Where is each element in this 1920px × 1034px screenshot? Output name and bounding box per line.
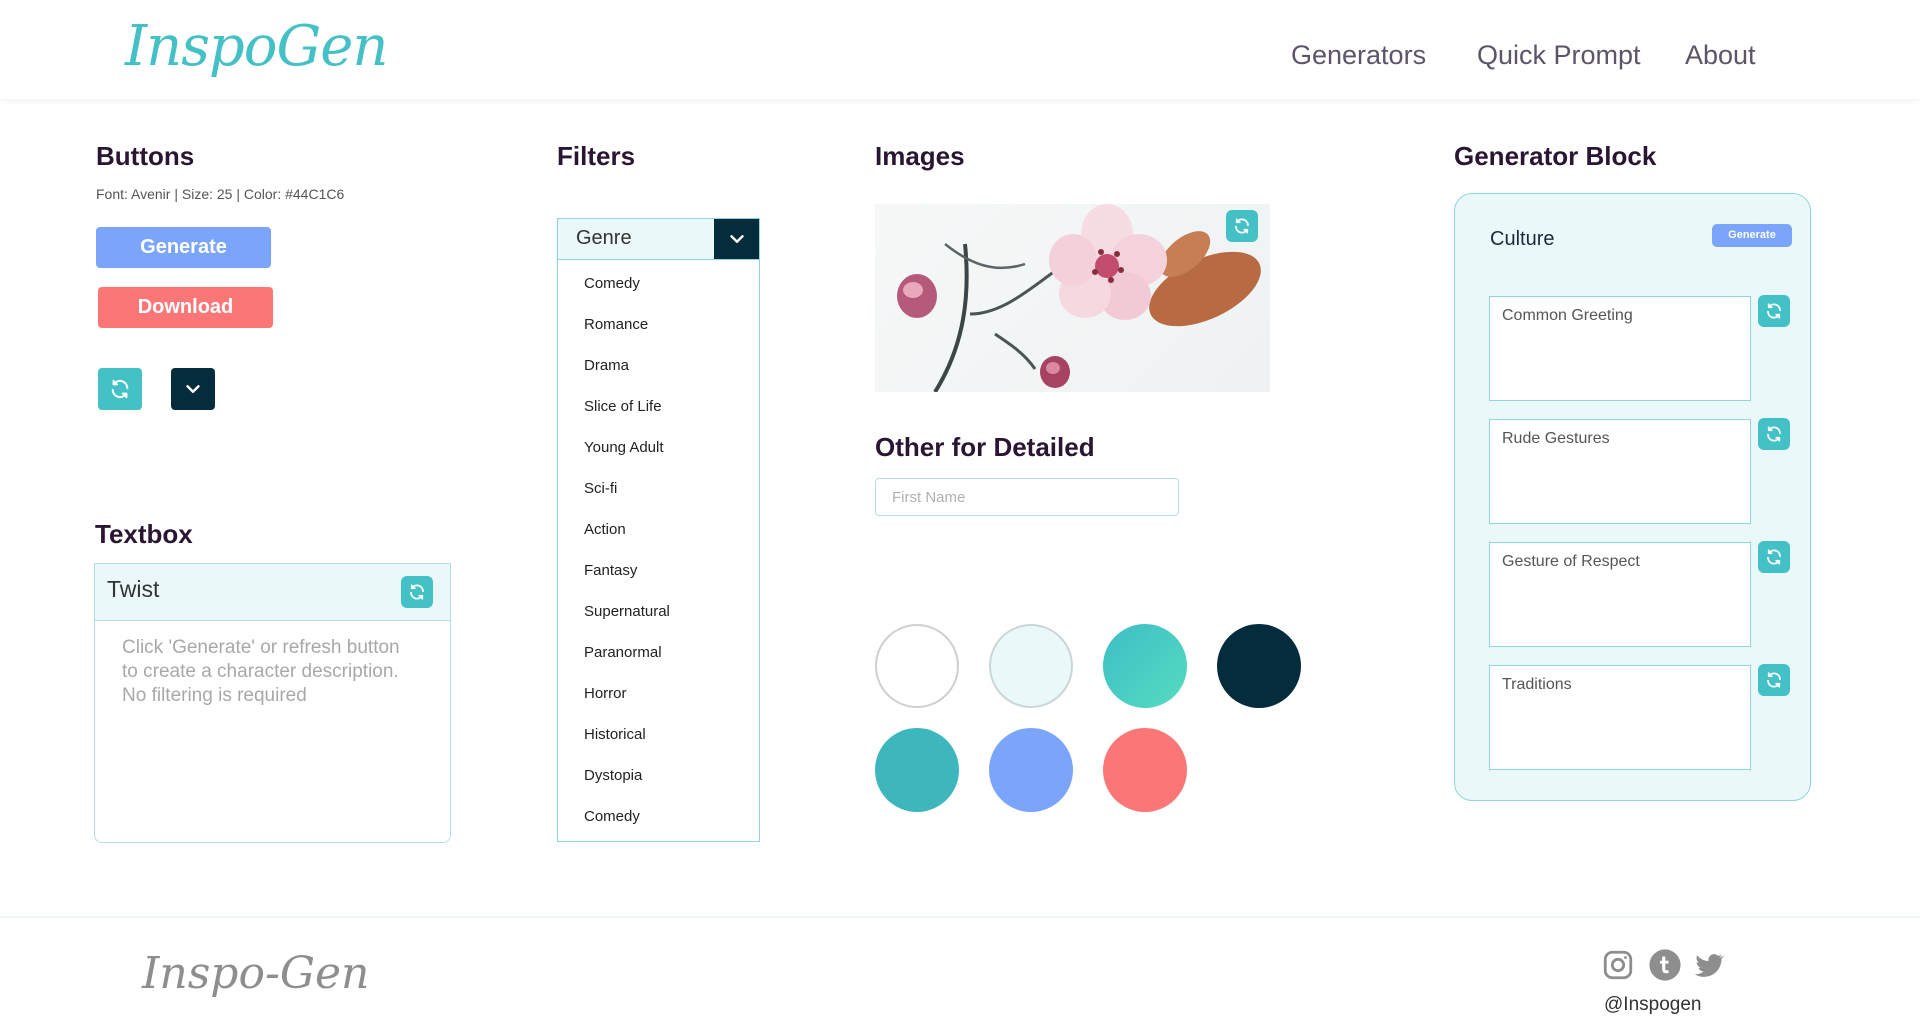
first-name-field [875,478,1179,516]
genre-option[interactable]: Fantasy [584,562,637,579]
genre-option[interactable]: Comedy [584,275,640,292]
gesture-of-respect-refresh-button[interactable] [1758,541,1790,573]
common-greeting-refresh-button[interactable] [1758,295,1790,327]
generator-block-heading: Generator Block [1454,141,1657,171]
swatch-teal [1103,624,1187,708]
image-refresh-button[interactable] [1226,210,1258,242]
images-heading: Images [875,141,965,171]
traditions-refresh-button[interactable] [1758,664,1790,696]
field-label: Traditions [1502,676,1572,693]
swatch-cyan [875,728,959,812]
field-label: Gesture of Respect [1502,553,1640,570]
chevron-down-icon [729,235,744,243]
header: InspoGen Generators Quick Prompt About [0,0,1920,99]
genre-dropdown-toggle[interactable] [714,219,759,259]
other-heading: Other for Detailed [875,432,1095,462]
traditions-field[interactable]: Traditions [1489,665,1751,770]
genre-option[interactable]: Paranormal [584,644,662,661]
genre-option[interactable]: Dystopia [584,767,642,784]
gesture-of-respect-field[interactable]: Gesture of Respect [1489,542,1751,647]
tumblr-icon[interactable] [1648,948,1682,982]
refresh-icon [1767,672,1781,688]
genre-option[interactable]: Slice of Life [584,398,662,415]
nav-about[interactable]: About [1685,40,1756,71]
genre-option[interactable]: Historical [584,726,646,743]
logo[interactable]: InspoGen [125,14,388,79]
textbox-heading: Textbox [95,519,193,549]
social-handle[interactable]: @Inspogen [1604,994,1701,1016]
nav-quick-prompt[interactable]: Quick Prompt [1477,40,1641,71]
swatch-navy [1217,624,1301,708]
blossom-image [875,204,1270,392]
refresh-icon [1767,303,1781,319]
footer: Inspo-Gen @Inspogen [0,916,1920,1034]
textbox-title: Twist [107,576,160,602]
swatch-blue [989,728,1073,812]
footer-logo[interactable]: Inspo-Gen [142,948,369,999]
genre-option[interactable]: Sci-fi [584,480,617,497]
generate-button[interactable]: Generate [96,227,271,268]
textbox-placeholder[interactable]: Click 'Generate' or refresh button to cr… [122,636,407,708]
genre-option[interactable]: Action [584,521,626,538]
button-spec: Font: Avenir | Size: 25 | Color: #44C1C6 [96,186,345,202]
genre-option[interactable]: Supernatural [584,603,670,620]
textbox-header: Twist [95,564,450,621]
twist-textbox: Twist Click 'Generate' or refresh button… [94,563,451,843]
refresh-icon [1235,218,1249,234]
generator-generate-button[interactable]: Generate [1712,224,1792,247]
genre-option[interactable]: Romance [584,316,648,333]
refresh-icon [1767,549,1781,565]
swatch-white [875,624,959,708]
download-button[interactable]: Download [98,287,273,328]
generator-block-title: Culture [1490,228,1555,250]
textbox-refresh-button[interactable] [401,576,433,608]
first-name-input[interactable] [876,479,1178,515]
genre-option[interactable]: Young Adult [584,439,664,456]
refresh-icon [111,379,129,399]
field-label: Rude Gestures [1502,430,1610,447]
generator-block: Culture Generate Common Greeting Rude Ge… [1454,193,1811,801]
twitter-icon[interactable] [1693,949,1725,981]
rude-gestures-field[interactable]: Rude Gestures [1489,419,1751,524]
genre-option[interactable]: Horror [584,685,627,702]
blossom-illustration [897,204,1261,392]
filters-heading: Filters [557,141,636,171]
nav-generators[interactable]: Generators [1291,40,1426,71]
common-greeting-field[interactable]: Common Greeting [1489,296,1751,401]
rude-gestures-refresh-button[interactable] [1758,418,1790,450]
swatch-light-cyan [989,624,1073,708]
buttons-heading: Buttons [96,141,195,171]
genre-option[interactable]: Drama [584,357,629,374]
genre-option[interactable]: Comedy [584,808,640,825]
genre-options: Comedy Romance Drama Slice of Life Young… [557,259,760,842]
field-label: Common Greeting [1502,307,1633,324]
chevron-down-icon [186,385,200,393]
refresh-button[interactable] [98,368,142,410]
instagram-icon[interactable] [1601,948,1635,982]
genre-select[interactable]: Genre [557,218,760,260]
dropdown-button[interactable] [171,368,215,410]
refresh-icon [1767,426,1781,442]
genre-select-value: Genre [576,227,632,249]
swatch-coral [1103,728,1187,812]
refresh-icon [410,584,424,600]
